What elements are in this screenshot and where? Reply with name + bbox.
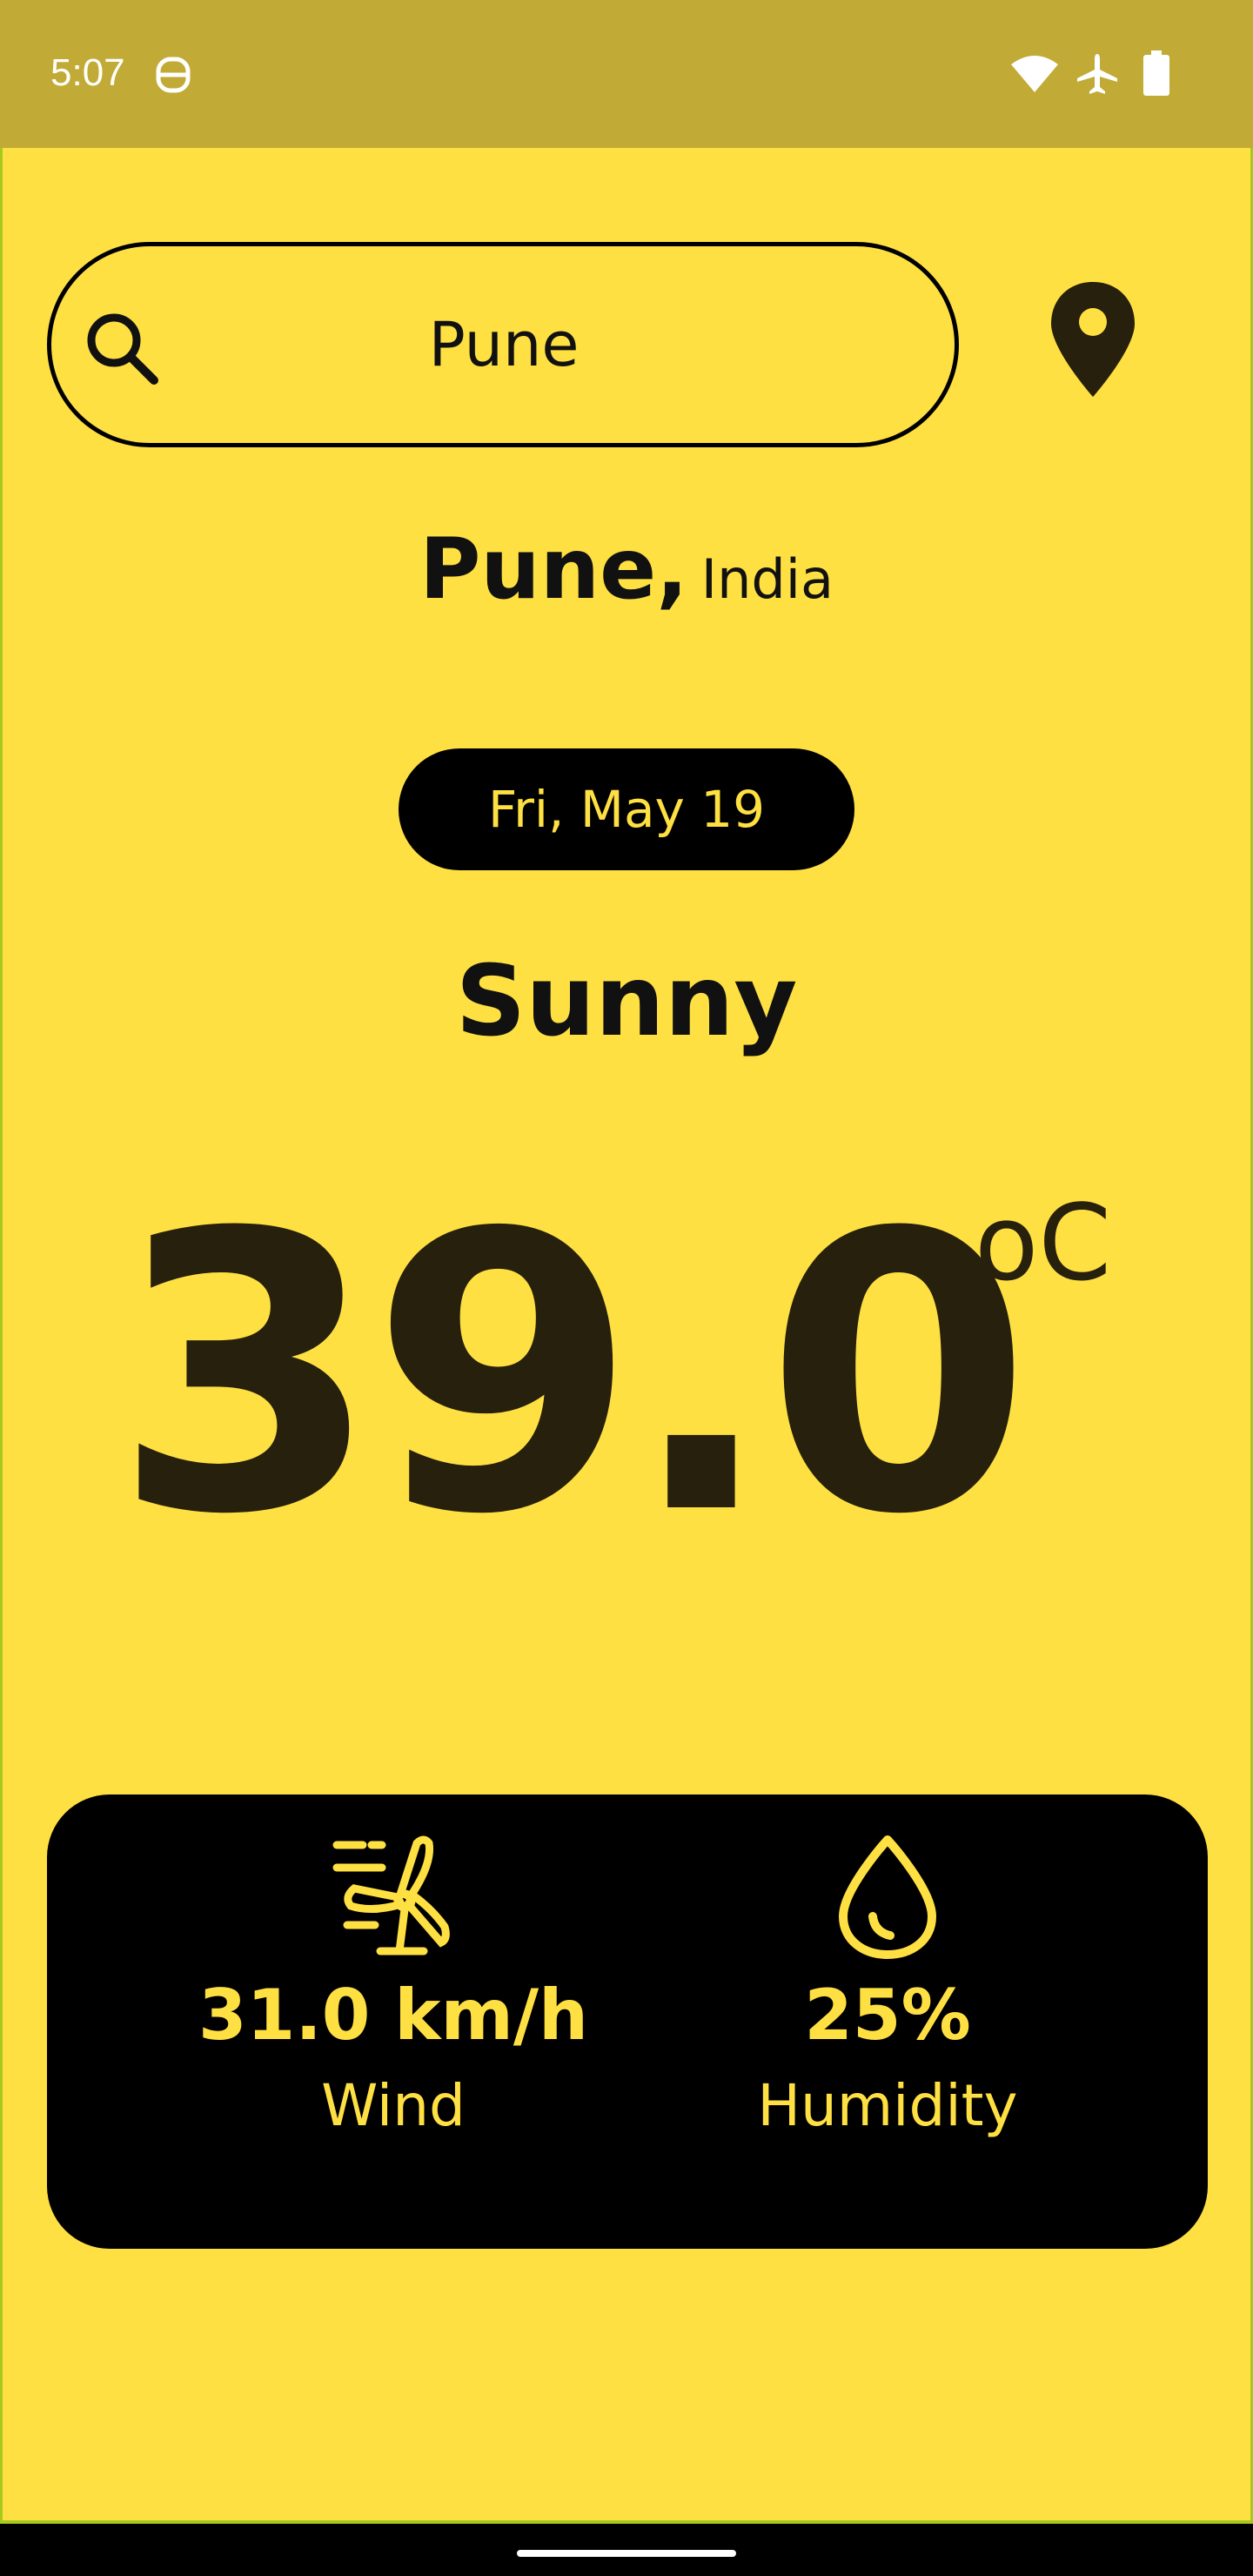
humidity-value: 25% bbox=[804, 1975, 971, 2056]
search-input[interactable] bbox=[225, 246, 782, 443]
country-name: India bbox=[700, 547, 834, 611]
city-name: Pune, bbox=[419, 520, 688, 618]
weather-stats-card: 31.0 km/h Wind 25% Humidity bbox=[47, 1794, 1208, 2249]
wifi-icon bbox=[1011, 56, 1058, 92]
wind-turbine-icon bbox=[332, 1835, 450, 1955]
date-badge: Fri, May 19 bbox=[399, 748, 854, 870]
wind-stat: 31.0 km/h Wind bbox=[150, 1829, 637, 2141]
weather-condition: Sunny bbox=[455, 945, 798, 1058]
status-time: 5:07 bbox=[50, 51, 125, 94]
search-box[interactable] bbox=[47, 242, 959, 447]
search-icon[interactable] bbox=[81, 307, 164, 391]
status-bar: 5:07 bbox=[0, 0, 1253, 148]
location-heading: Pune, India bbox=[0, 520, 1253, 618]
battery-icon bbox=[1143, 50, 1169, 96]
humidity-label: Humidity bbox=[757, 2072, 1018, 2139]
home-gesture-handle[interactable] bbox=[517, 2550, 736, 2557]
temperature-unit: oC bbox=[975, 1184, 1112, 1305]
notification-robot-icon bbox=[156, 57, 191, 93]
location-pin-icon[interactable] bbox=[1049, 280, 1136, 399]
wind-label: Wind bbox=[321, 2072, 466, 2139]
temperature-value: 39.0 bbox=[113, 1152, 1032, 1598]
humidity-stat: 25% Humidity bbox=[644, 1829, 1131, 2141]
wind-value: 31.0 km/h bbox=[198, 1975, 588, 2056]
water-drop-icon bbox=[839, 1835, 936, 1959]
airplane-icon bbox=[1077, 54, 1117, 94]
